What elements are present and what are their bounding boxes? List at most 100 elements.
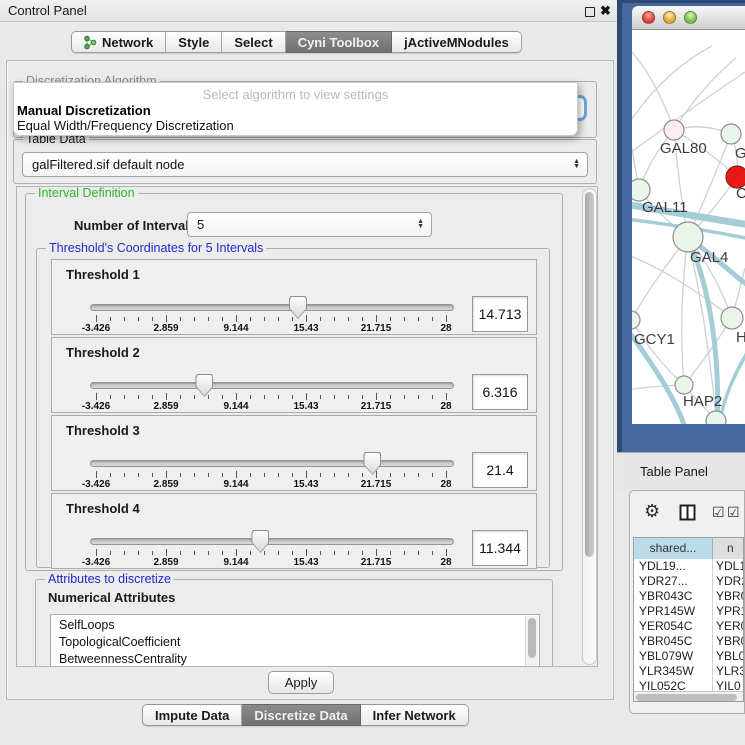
tab-impute-data[interactable]: Impute Data <box>142 704 242 726</box>
threshold-value[interactable]: 14.713 <box>472 296 528 332</box>
threshold-value[interactable]: 21.4 <box>472 452 528 488</box>
cell-name[interactable]: YBL0 <box>713 649 743 664</box>
table-row[interactable]: YDL19...YDL1 <box>634 559 743 574</box>
tab-select[interactable]: Select <box>222 31 285 53</box>
cell-shared-name[interactable]: YER054C <box>634 619 713 634</box>
slider-track[interactable] <box>90 382 454 389</box>
table-horizontal-scrollbar[interactable] <box>634 691 743 702</box>
node-gal4[interactable] <box>673 222 703 252</box>
cell-shared-name[interactable]: YBR043C <box>634 589 713 604</box>
table-row[interactable]: YDR27...YDR2 <box>634 574 743 589</box>
attribute-item[interactable]: BetweennessCentrality <box>51 651 539 667</box>
column-header-shared-name[interactable]: shared... <box>634 538 713 559</box>
threshold-row: Threshold 1-3.4262.8599.14415.4321.71528… <box>51 259 537 335</box>
tick-label: 21.715 <box>361 323 392 334</box>
popup-item-manual-discretization[interactable]: Manual Discretization <box>17 103 151 118</box>
number-of-intervals-combo[interactable]: 5 ▲ ▼ <box>187 212 432 237</box>
cell-name[interactable]: YDL1 <box>713 559 743 574</box>
attributes-list-scrollbar[interactable] <box>525 616 538 667</box>
attribute-item[interactable]: TopologicalCoefficient <box>51 634 539 651</box>
minimize-traffic-light[interactable] <box>663 11 676 24</box>
attribute-item[interactable]: SelfLoops <box>51 617 539 634</box>
zoom-traffic-light[interactable] <box>684 11 697 24</box>
table-data-combo[interactable]: galFiltered.sif default node ▲ ▼ <box>22 152 588 177</box>
node-green-top[interactable] <box>721 124 741 144</box>
tick-mark <box>390 317 391 321</box>
cell-name[interactable]: YLR3 <box>713 664 743 679</box>
checkbox-icon[interactable]: ☑ <box>727 504 740 521</box>
tick-mark <box>404 317 405 321</box>
tick-mark <box>250 473 251 477</box>
tick-mark <box>446 315 447 322</box>
node-gal11[interactable] <box>632 179 650 201</box>
tick-mark <box>292 473 293 477</box>
gear-icon[interactable]: ⚙ <box>644 501 660 521</box>
tick-mark <box>320 317 321 321</box>
tick-label: 9.144 <box>223 323 248 334</box>
table-row[interactable]: YIL052CYIL0 <box>634 679 743 691</box>
cell-shared-name[interactable]: YDL19... <box>634 559 713 574</box>
slider-thumb[interactable] <box>251 530 269 553</box>
tick-mark <box>110 395 111 399</box>
cell-shared-name[interactable]: YIL052C <box>634 679 713 691</box>
tick-mark <box>292 317 293 321</box>
settings-vertical-scrollbar[interactable] <box>582 188 597 665</box>
column-header-name[interactable]: n <box>713 538 743 559</box>
cell-name[interactable]: YDR2 <box>713 574 743 589</box>
numerical-attributes-list[interactable]: SelfLoopsTopologicalCoefficientBetweenne… <box>50 614 540 667</box>
split-columns-icon[interactable] <box>679 504 696 524</box>
slider-track[interactable] <box>90 304 454 311</box>
slider-track[interactable] <box>90 460 454 467</box>
node-green-mid[interactable] <box>721 307 743 329</box>
float-window-icon[interactable] <box>585 7 595 17</box>
tick-mark <box>348 473 349 477</box>
table-row[interactable]: YBL079WYBL0 <box>634 649 743 664</box>
table-row[interactable]: YBR043CYBR0 <box>634 589 743 604</box>
tick-mark <box>404 395 405 399</box>
scrollbar-thumb[interactable] <box>585 192 594 557</box>
tab-network[interactable]: Network <box>71 31 166 53</box>
node-pink[interactable] <box>664 120 684 140</box>
slider-thumb[interactable] <box>363 452 381 475</box>
cell-name[interactable]: YPR1 <box>713 604 743 619</box>
table-row[interactable]: YLR345WYLR3 <box>634 664 743 679</box>
tab-label: Impute Data <box>155 708 229 723</box>
table-row[interactable]: YPR145WYPR1 <box>634 604 743 619</box>
checkbox-icon[interactable]: ☑ <box>712 504 725 521</box>
cell-shared-name[interactable]: YBR045C <box>634 634 713 649</box>
threshold-value[interactable]: 6.316 <box>472 374 528 410</box>
close-icon[interactable]: ✖ <box>600 3 611 19</box>
node-gcy1[interactable] <box>632 311 640 329</box>
cell-shared-name[interactable]: YDR27... <box>634 574 713 589</box>
tick-mark <box>376 393 377 400</box>
scrollbar-thumb[interactable] <box>636 694 737 701</box>
network-window-titlebar[interactable] <box>632 6 745 30</box>
combo-arrows-icon: ▲ ▼ <box>417 220 424 229</box>
cell-name[interactable]: YER0 <box>713 619 743 634</box>
apply-button[interactable]: Apply <box>268 671 334 694</box>
attributes-group: Attributes to discretize Numerical Attri… <box>35 579 553 667</box>
tab-infer-network[interactable]: Infer Network <box>361 704 469 726</box>
tab-discretize-data[interactable]: Discretize Data <box>242 704 360 726</box>
threshold-value[interactable]: 11.344 <box>472 530 528 566</box>
network-canvas[interactable]: GAL80 GA C GAL11 GAL4 GCY1 H HAP2 <box>632 30 745 424</box>
table-row[interactable]: YER054CYER0 <box>634 619 743 634</box>
table-row[interactable]: YBR045CYBR0 <box>634 634 743 649</box>
tick-label: 28 <box>440 323 451 334</box>
slider-thumb[interactable] <box>289 296 307 319</box>
cell-name[interactable]: YBR0 <box>713 589 743 604</box>
close-traffic-light[interactable] <box>642 11 655 24</box>
cell-shared-name[interactable]: YLR345W <box>634 664 713 679</box>
cell-name[interactable]: YBR0 <box>713 634 743 649</box>
cell-name[interactable]: YIL0 <box>713 679 743 691</box>
tab-style[interactable]: Style <box>166 31 222 53</box>
tab-cyni-toolbox[interactable]: Cyni Toolbox <box>286 31 392 53</box>
popup-item-equal-width-frequency[interactable]: Equal Width/Frequency Discretization <box>17 118 234 133</box>
slider-track[interactable] <box>90 538 454 545</box>
slider-thumb[interactable] <box>195 374 213 397</box>
cell-shared-name[interactable]: YBL079W <box>634 649 713 664</box>
tick-mark <box>194 551 195 555</box>
cell-shared-name[interactable]: YPR145W <box>634 604 713 619</box>
tab-jactivemnodules[interactable]: jActiveMNodules <box>392 31 522 53</box>
node-hap2[interactable] <box>675 376 693 394</box>
